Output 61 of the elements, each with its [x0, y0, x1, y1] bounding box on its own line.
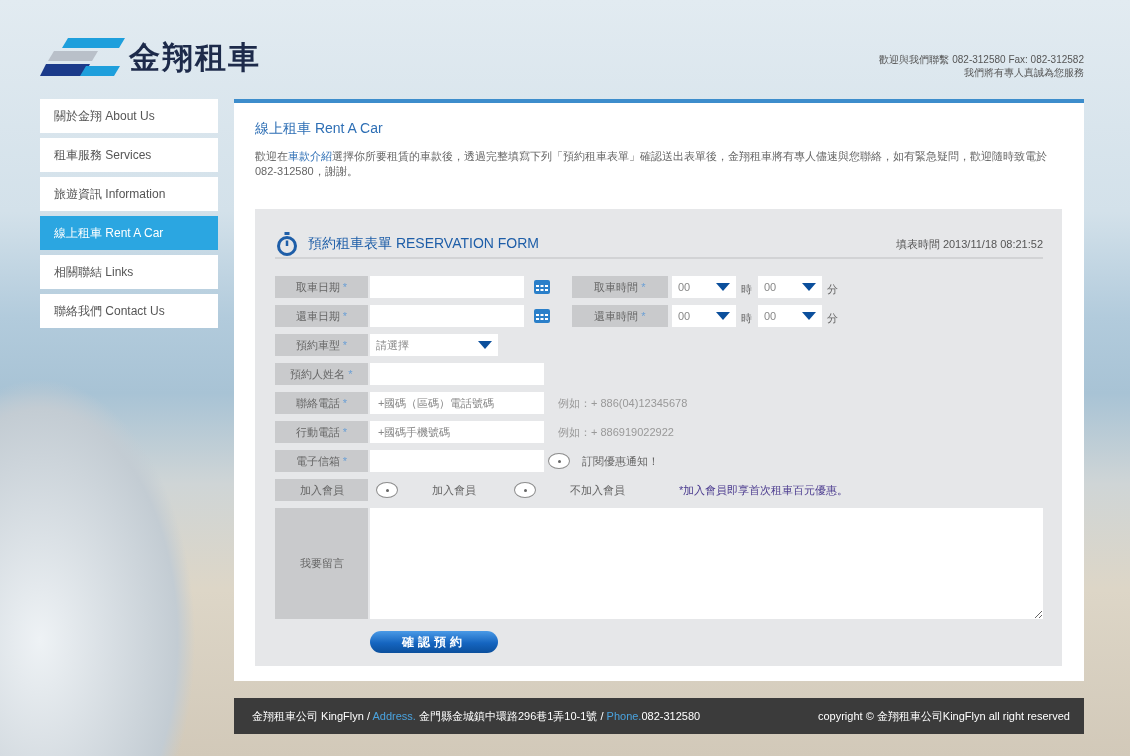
- logo-icon: [40, 38, 125, 78]
- text-field[interactable]: [370, 363, 544, 385]
- form-timestamp: 填表時間 2013/11/18 08:21:52: [895, 236, 1043, 252]
- field-label: 還車時間 *: [572, 305, 668, 327]
- car-models-link[interactable]: 車款介紹: [288, 150, 332, 162]
- date-field[interactable]: [370, 276, 524, 298]
- copyright-text: copyright © 金翔租車公司KingFlyn all right reserved: [817, 708, 1070, 724]
- message-field[interactable]: [370, 508, 1043, 619]
- hint-text: 例如：+ 886919022922: [558, 424, 674, 440]
- footer-contact-text: 金翔租車公司 KingFlyn / Address. 金門縣金城鎮中環路296巷1弄10-1號 / Phone.082-312580: [252, 708, 701, 724]
- hour-select[interactable]: 00: [672, 305, 736, 327]
- unit-label: 時: [741, 310, 752, 326]
- field-label: 預約人姓名 *: [275, 363, 368, 385]
- field-label: 取車日期 *: [275, 276, 368, 298]
- unit-label: 分: [827, 281, 838, 297]
- car-type-select[interactable]: 請選擇: [370, 334, 498, 356]
- caret-icon: [802, 283, 816, 291]
- nav-item[interactable]: 聯絡我們 Contact Us: [40, 294, 218, 328]
- minute-select[interactable]: 00: [758, 305, 822, 327]
- radio-label: 不加入會員: [570, 482, 625, 498]
- calendar-icon[interactable]: [534, 309, 550, 323]
- hint-text: 例如：+ 886(04)12345678: [558, 395, 688, 411]
- radio-label: 加入會員: [432, 482, 476, 498]
- field-label: 還車日期 *: [275, 305, 368, 327]
- email-field[interactable]: [370, 450, 544, 472]
- hour-select[interactable]: 00: [672, 276, 736, 298]
- calendar-icon[interactable]: [534, 280, 550, 294]
- caret-icon: [716, 312, 730, 320]
- field-label: 我要留言: [275, 508, 368, 619]
- contact-text: 歡迎與我們聯繫 082-312580 Fax: 082-312582: [879, 53, 1084, 66]
- field-label: 聯絡電話 *: [275, 392, 368, 414]
- nav-item[interactable]: 旅遊資訊 Information: [40, 177, 218, 211]
- stopwatch-icon: [276, 232, 298, 256]
- nav-item[interactable]: 關於金翔 About Us: [40, 99, 218, 133]
- text-field[interactable]: +國碼（區碼）電話號碼: [370, 392, 544, 414]
- caret-icon: [478, 341, 492, 349]
- contact-text: 我們將有專人真誠為您服務: [964, 66, 1084, 79]
- field-label: 加入會員: [275, 479, 368, 501]
- unit-label: 時: [741, 281, 752, 297]
- field-label: 預約車型 *: [275, 334, 368, 356]
- submit-button[interactable]: 確認預約: [370, 631, 498, 653]
- field-label: 取車時間 *: [572, 276, 668, 298]
- caret-icon: [716, 283, 730, 291]
- field-label: 電子信箱 *: [275, 450, 368, 472]
- nav-item[interactable]: 租車服務 Services: [40, 138, 218, 172]
- form-title: 預約租車表單 RESERVATION FORM: [308, 235, 539, 253]
- radio-button[interactable]: [376, 482, 398, 498]
- logo-text: 金翔租車: [129, 39, 261, 77]
- field-label: 行動電話 *: [275, 421, 368, 443]
- minute-select[interactable]: 00: [758, 276, 822, 298]
- intro-text: 歡迎在車款介紹選擇你所要租賃的車款後，透過完整填寫下列「預約租車表單」確認送出表單後，金翔租車將有專人儘速與您聯絡，如有緊急疑問，歡迎隨時致電於082-312580，謝謝。: [255, 149, 1048, 179]
- page-title: 線上租車 Rent A Car: [255, 119, 384, 137]
- subscribe-label: 訂閱優惠通知！: [582, 453, 659, 469]
- nav-item[interactable]: 相關聯結 Links: [40, 255, 218, 289]
- unit-label: 分: [827, 310, 838, 326]
- caret-icon: [802, 312, 816, 320]
- text-field[interactable]: +國碼手機號碼: [370, 421, 544, 443]
- member-note: *加入會員即享首次租車百元優惠。: [679, 482, 849, 498]
- date-field[interactable]: [370, 305, 524, 327]
- radio-button[interactable]: [514, 482, 536, 498]
- subscribe-radio[interactable]: [548, 453, 570, 469]
